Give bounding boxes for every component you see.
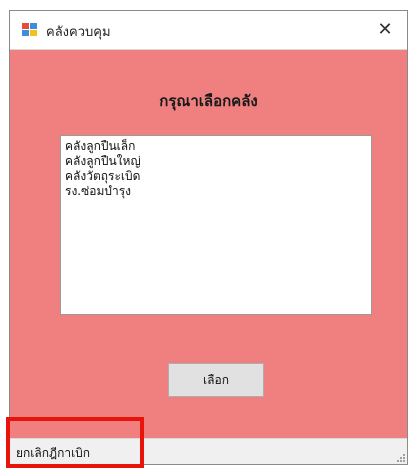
title-bar[interactable]: คลังควบคุม ✕ <box>10 11 407 50</box>
resize-grip-icon[interactable] <box>395 452 405 462</box>
warehouse-listbox[interactable]: คลังลูกปืนเล็ก คลังลูกปืนใหญ่ คลังวัตถุร… <box>60 135 372 315</box>
page-heading: กรุณาเลือกคลัง <box>159 92 258 110</box>
cancel-requisition-link[interactable]: ยกเลิกฎีกาเบิก <box>16 444 90 463</box>
status-bar: ยกเลิกฎีกาเบิก <box>10 438 407 464</box>
select-button[interactable]: เลือก <box>168 363 264 397</box>
list-item-small-ammo[interactable]: คลังลูกปืนเล็ก <box>65 139 367 154</box>
app-icon <box>22 23 38 37</box>
list-item-repair-shop[interactable]: รง.ซ่อมบำรุง <box>65 184 367 199</box>
list-item-explosives[interactable]: คลังวัตถุระเบิด <box>65 169 367 184</box>
close-button[interactable]: ✕ <box>363 11 407 48</box>
close-icon: ✕ <box>377 19 393 40</box>
list-item-large-ammo[interactable]: คลังลูกปืนใหญ่ <box>65 154 367 169</box>
window-title: คลังควบคุม <box>46 25 111 40</box>
main-window: คลังควบคุม ✕ กรุณาเลือกคลัง คลังลูกปืนเล… <box>9 10 408 465</box>
